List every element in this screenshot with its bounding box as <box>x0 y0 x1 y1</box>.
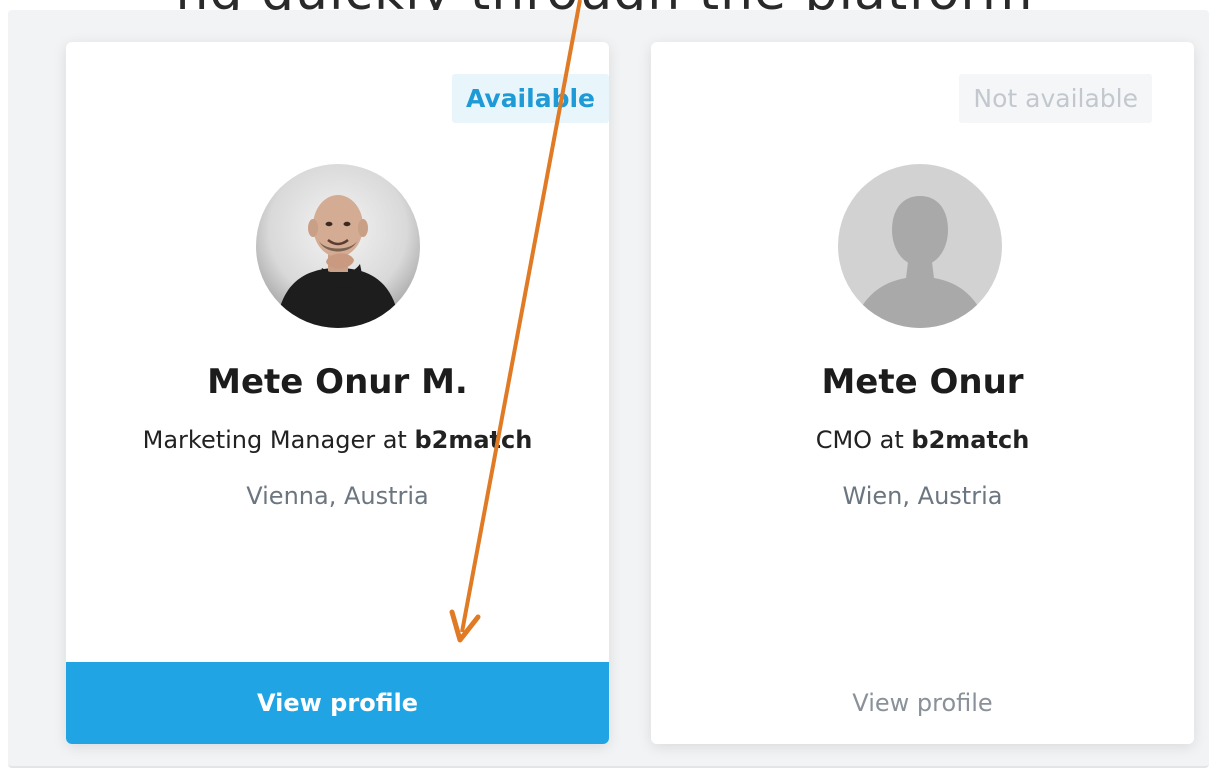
default-avatar-icon <box>838 164 1002 328</box>
participant-name: Mete Onur <box>821 362 1024 402</box>
view-profile-button[interactable]: View profile <box>651 662 1194 744</box>
company-name: b2match <box>911 426 1030 454</box>
role-title: Marketing Manager at <box>142 426 415 454</box>
company-name: b2match <box>414 426 533 454</box>
participant-location: Vienna, Austria <box>246 482 429 510</box>
participant-role: CMO at b2match <box>651 426 1194 454</box>
avatar[interactable] <box>256 164 420 328</box>
avatar[interactable] <box>838 164 1002 328</box>
role-title: CMO at <box>815 426 912 454</box>
participant-card: Not available Mete Onur CMO at b2match W… <box>651 42 1194 744</box>
participant-location: Wien, Austria <box>842 482 1003 510</box>
status-badge: Not available <box>959 74 1152 123</box>
participant-name: Mete Onur M. <box>207 362 468 402</box>
participant-card: Available Mete Onur M. Marketing Manager… <box>66 42 609 744</box>
person-photo <box>256 164 420 328</box>
view-profile-button[interactable]: View profile <box>66 662 609 744</box>
status-badge: Available <box>451 74 609 123</box>
participant-role: Marketing Manager at b2match <box>66 426 609 454</box>
